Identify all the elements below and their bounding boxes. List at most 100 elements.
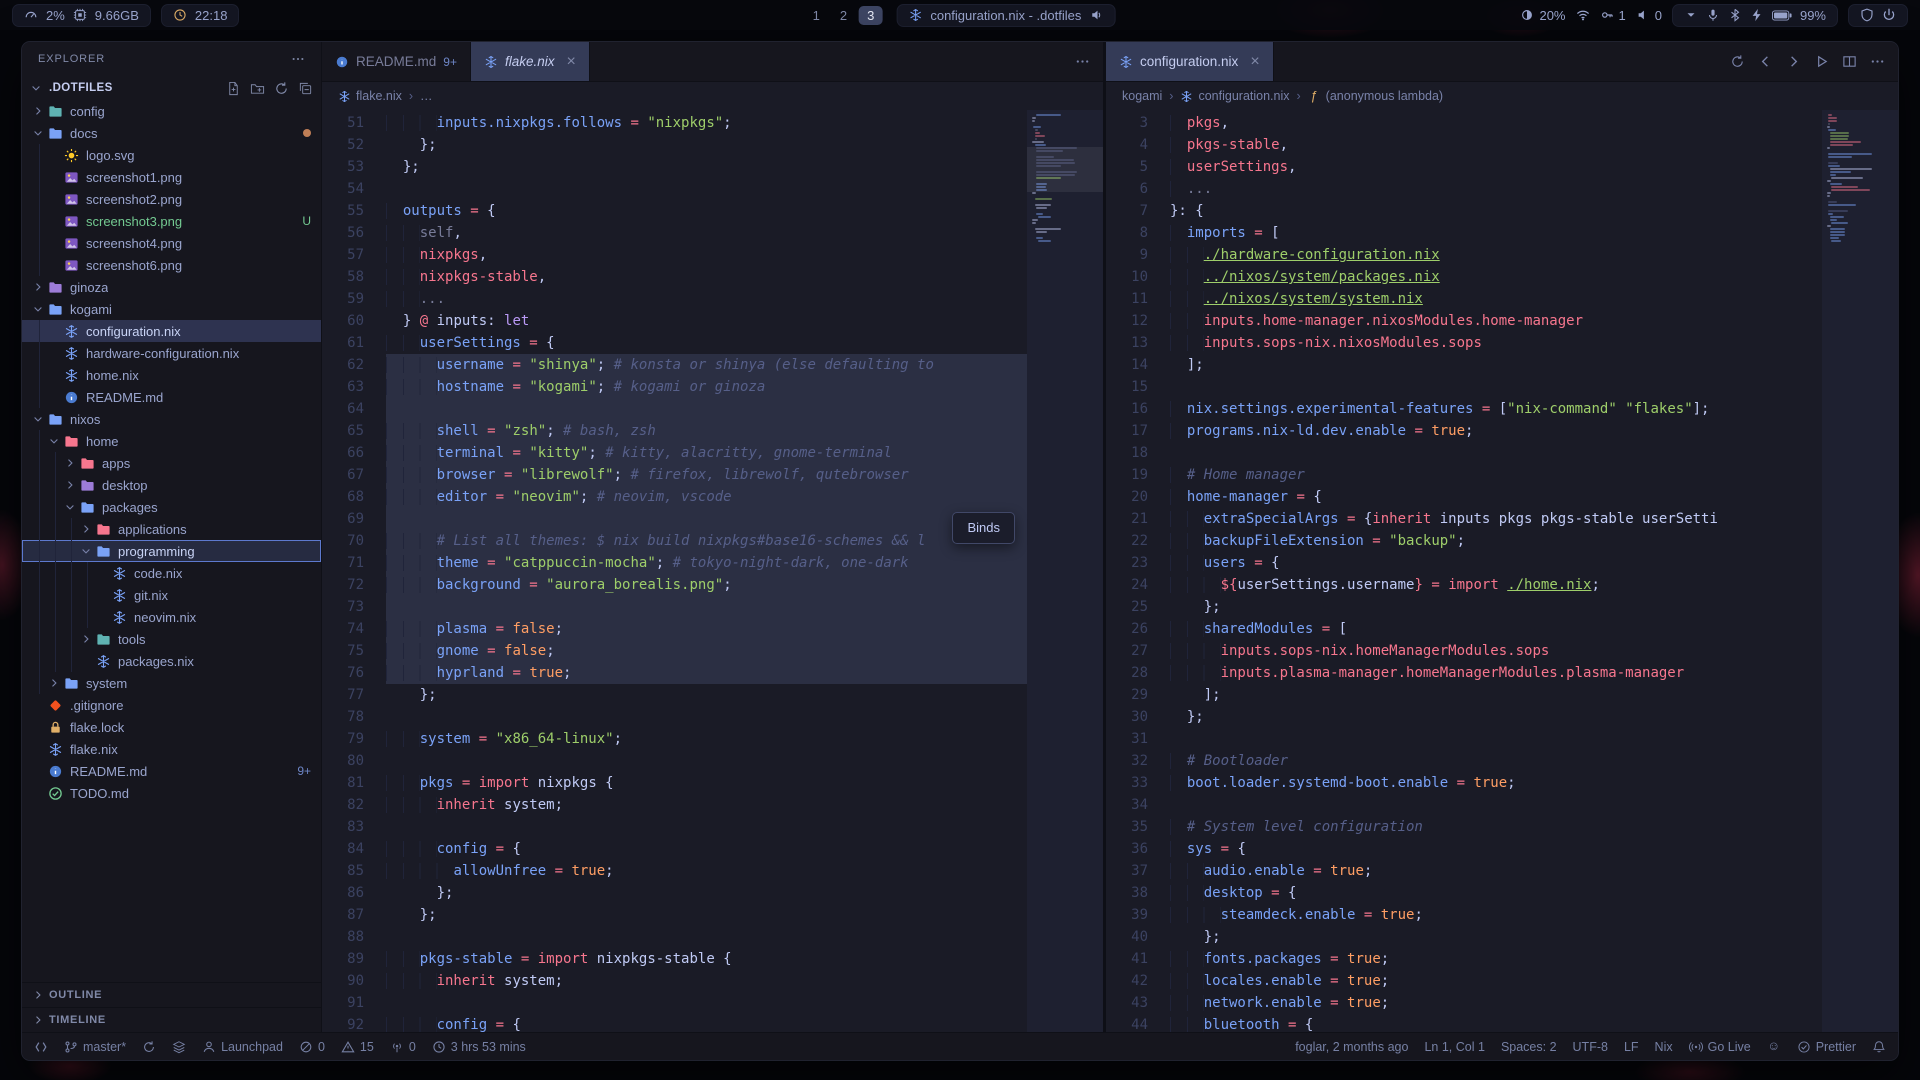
tree-folder-applications[interactable]: applications <box>22 518 321 540</box>
code-line[interactable]: outputs = { <box>386 200 1027 222</box>
code-line[interactable]: hostname = "kogami"; # kogami or ginoza <box>386 376 1027 398</box>
code-line[interactable]: backupFileExtension = "backup"; <box>1170 530 1822 552</box>
code-line[interactable]: home-manager = { <box>1170 486 1822 508</box>
tree-file-screenshot2-png[interactable]: screenshot2.png <box>22 188 321 210</box>
tree-file-flake-lock[interactable]: flake.lock <box>22 716 321 738</box>
code-line[interactable] <box>386 508 1027 530</box>
shield-icon[interactable] <box>1860 8 1874 22</box>
code-line[interactable] <box>386 992 1027 1014</box>
tree-file-flake-nix[interactable]: flake.nix <box>22 738 321 760</box>
code-line[interactable]: ${userSettings.username} = import ./home… <box>1170 574 1822 596</box>
code-line[interactable]: config = { <box>386 838 1027 860</box>
code-line[interactable]: programs.nix-ld.dev.enable = true; <box>1170 420 1822 442</box>
code-line[interactable]: background = "aurora_borealis.png"; <box>386 574 1027 596</box>
tab-flake-nix[interactable]: flake.nix× <box>471 42 590 81</box>
code-content[interactable]: inputs.nixpkgs.follows = "nixpkgs"; }; }… <box>386 110 1027 1032</box>
code-line[interactable]: sharedModules = [ <box>1170 618 1822 640</box>
tree-folder-system[interactable]: system <box>22 672 321 694</box>
toggle-changes-icon[interactable] <box>1730 54 1745 69</box>
tree-folder-ginoza[interactable]: ginoza <box>22 276 321 298</box>
minimap[interactable] <box>1822 110 1898 1032</box>
split-editor-icon[interactable] <box>1842 54 1857 69</box>
status-problems-warnings[interactable]: 15 <box>341 1040 374 1054</box>
status-prettier[interactable]: Prettier <box>1797 1040 1856 1054</box>
code-line[interactable]: extraSpecialArgs = {inherit inputs pkgs … <box>1170 508 1822 530</box>
code-line[interactable]: inherit system; <box>386 794 1027 816</box>
code-line[interactable]: }; <box>1170 926 1822 948</box>
tree-file-screenshot6-png[interactable]: screenshot6.png <box>22 254 321 276</box>
tree-folder-nixos[interactable]: nixos <box>22 408 321 430</box>
code-line[interactable]: ./hardware-configuration.nix <box>1170 244 1822 266</box>
close-icon[interactable]: × <box>566 54 575 70</box>
status-stashes[interactable] <box>172 1040 186 1054</box>
code-line[interactable]: }; <box>386 904 1027 926</box>
code-line[interactable]: # System level configuration <box>1170 816 1822 838</box>
code-line[interactable]: pkgs-stable, <box>1170 134 1822 156</box>
close-icon[interactable]: × <box>1250 54 1259 70</box>
tree-file-hardware-configuration-nix[interactable]: hardware-configuration.nix <box>22 342 321 364</box>
code-line[interactable]: ../nixos/system/packages.nix <box>1170 266 1822 288</box>
code-line[interactable]: }; <box>386 882 1027 904</box>
refresh-explorer-icon[interactable] <box>274 81 289 96</box>
code-line[interactable]: }; <box>1170 706 1822 728</box>
collapse-folders-icon[interactable] <box>298 81 313 96</box>
minimap[interactable] <box>1027 110 1103 1032</box>
code-line[interactable]: ... <box>386 288 1027 310</box>
code-line[interactable]: inputs.home-manager.nixosModules.home-ma… <box>1170 310 1822 332</box>
code-line[interactable]: pkgs = import nixpkgs { <box>386 772 1027 794</box>
code-line[interactable]: }; <box>386 156 1027 178</box>
breadcrumb-[interactable]: … <box>420 89 433 103</box>
code-line[interactable]: editor = "neovim"; # neovim, vscode <box>386 486 1027 508</box>
tab-readme-md[interactable]: README.md9+ <box>322 42 471 81</box>
code-line[interactable]: config = { <box>386 1014 1027 1032</box>
code-line[interactable]: inputs.nixpkgs.follows = "nixpkgs"; <box>386 112 1027 134</box>
code-line[interactable] <box>386 706 1027 728</box>
code-line[interactable]: desktop = { <box>1170 882 1822 904</box>
code-line[interactable] <box>386 926 1027 948</box>
status-time-tracker[interactable]: 3 hrs 53 mins <box>432 1040 526 1054</box>
tree-folder-config[interactable]: config <box>22 100 321 122</box>
code-line[interactable]: pkgs-stable = import nixpkgs-stable { <box>386 948 1027 970</box>
code-line[interactable]: userSettings = { <box>386 332 1027 354</box>
code-line[interactable]: inputs.sops-nix.nixosModules.sops <box>1170 332 1822 354</box>
tree-file-readme-md[interactable]: README.md <box>22 386 321 408</box>
code-editor[interactable]: 3456789101112131415161718192021222324252… <box>1106 110 1898 1032</box>
chevron-down-icon[interactable] <box>1684 8 1698 22</box>
code-line[interactable]: terminal = "kitty"; # kitty, alacritty, … <box>386 442 1027 464</box>
workspace-root-row[interactable]: .DOTFILES <box>22 76 321 100</box>
code-line[interactable]: theme = "catppuccin-mocha"; # tokyo-nigh… <box>386 552 1027 574</box>
code-line[interactable]: ]; <box>1170 684 1822 706</box>
code-line[interactable]: shell = "zsh"; # bash, zsh <box>386 420 1027 442</box>
code-line[interactable] <box>386 178 1027 200</box>
tree-folder-kogami[interactable]: kogami <box>22 298 321 320</box>
code-line[interactable] <box>1170 728 1822 750</box>
status-git-branch[interactable]: master* <box>64 1040 126 1054</box>
code-line[interactable] <box>1170 376 1822 398</box>
code-line[interactable] <box>1170 794 1822 816</box>
code-line[interactable] <box>386 816 1027 838</box>
status-gitlens-blame[interactable]: foglar, 2 months ago <box>1295 1040 1408 1054</box>
breadcrumb-anonymous-lambda[interactable]: ƒ(anonymous lambda) <box>1308 89 1443 103</box>
status-indentation[interactable]: Spaces: 2 <box>1501 1040 1557 1054</box>
code-line[interactable]: audio.enable = true; <box>1170 860 1822 882</box>
run-code-icon[interactable] <box>1814 54 1829 69</box>
status-forwarded-ports[interactable]: 0 <box>390 1040 416 1054</box>
code-line[interactable]: nixpkgs-stable, <box>386 266 1027 288</box>
code-line[interactable]: imports = [ <box>1170 222 1822 244</box>
tree-folder-programming[interactable]: programming <box>22 540 321 562</box>
code-line[interactable]: sys = { <box>1170 838 1822 860</box>
status-language-mode[interactable]: Nix <box>1655 1040 1673 1054</box>
code-line[interactable]: gnome = false; <box>386 640 1027 662</box>
tree-file-logo-svg[interactable]: logo.svg <box>22 144 321 166</box>
code-line[interactable]: inputs.plasma-manager.homeManagerModules… <box>1170 662 1822 684</box>
status-end-of-line[interactable]: LF <box>1624 1040 1639 1054</box>
tree-file-configuration-nix[interactable]: configuration.nix <box>22 320 321 342</box>
outline-section[interactable]: OUTLINE <box>22 982 321 1007</box>
code-content[interactable]: pkgs, pkgs-stable, userSettings, ...}: {… <box>1170 110 1822 1032</box>
tree-file-neovim-nix[interactable]: neovim.nix <box>22 606 321 628</box>
tree-folder-docs[interactable]: docs <box>22 122 321 144</box>
tree-file-packages-nix[interactable]: packages.nix <box>22 650 321 672</box>
code-line[interactable]: ../nixos/system/system.nix <box>1170 288 1822 310</box>
code-line[interactable]: # Home manager <box>1170 464 1822 486</box>
code-line[interactable]: self, <box>386 222 1027 244</box>
